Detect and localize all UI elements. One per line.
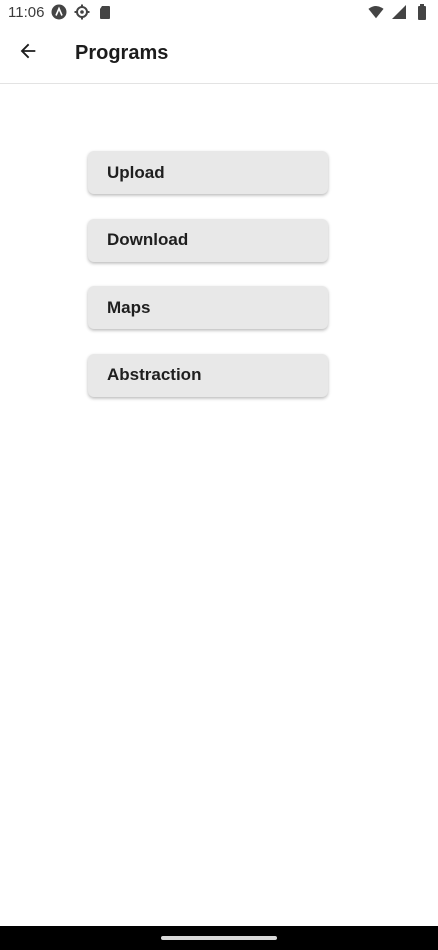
home-gesture-handle[interactable]	[161, 936, 277, 940]
wifi-icon	[368, 4, 384, 20]
cellular-signal-icon	[391, 4, 407, 20]
navigation-bar	[0, 926, 438, 950]
screen: 11:06 Programs Upload Download Maps Abst…	[0, 0, 438, 950]
abstraction-button[interactable]: Abstraction	[88, 353, 328, 397]
page-title: Programs	[75, 42, 169, 64]
app-bar: Programs	[0, 24, 438, 84]
status-bar-right	[368, 4, 430, 20]
maps-button[interactable]: Maps	[88, 286, 328, 329]
download-button[interactable]: Download	[88, 218, 328, 262]
settings-gear-icon	[74, 4, 90, 20]
program-list: Upload Download Maps Abstraction	[88, 151, 328, 421]
arrow-back-icon	[17, 40, 39, 67]
battery-icon	[414, 4, 430, 20]
sd-card-icon	[97, 4, 113, 20]
status-bar-left: 11:06	[8, 4, 113, 21]
app-notification-icon	[51, 4, 67, 20]
upload-button[interactable]: Upload	[88, 151, 328, 194]
status-bar: 11:06	[0, 0, 438, 24]
back-button[interactable]	[8, 34, 48, 74]
status-time: 11:06	[8, 3, 45, 21]
